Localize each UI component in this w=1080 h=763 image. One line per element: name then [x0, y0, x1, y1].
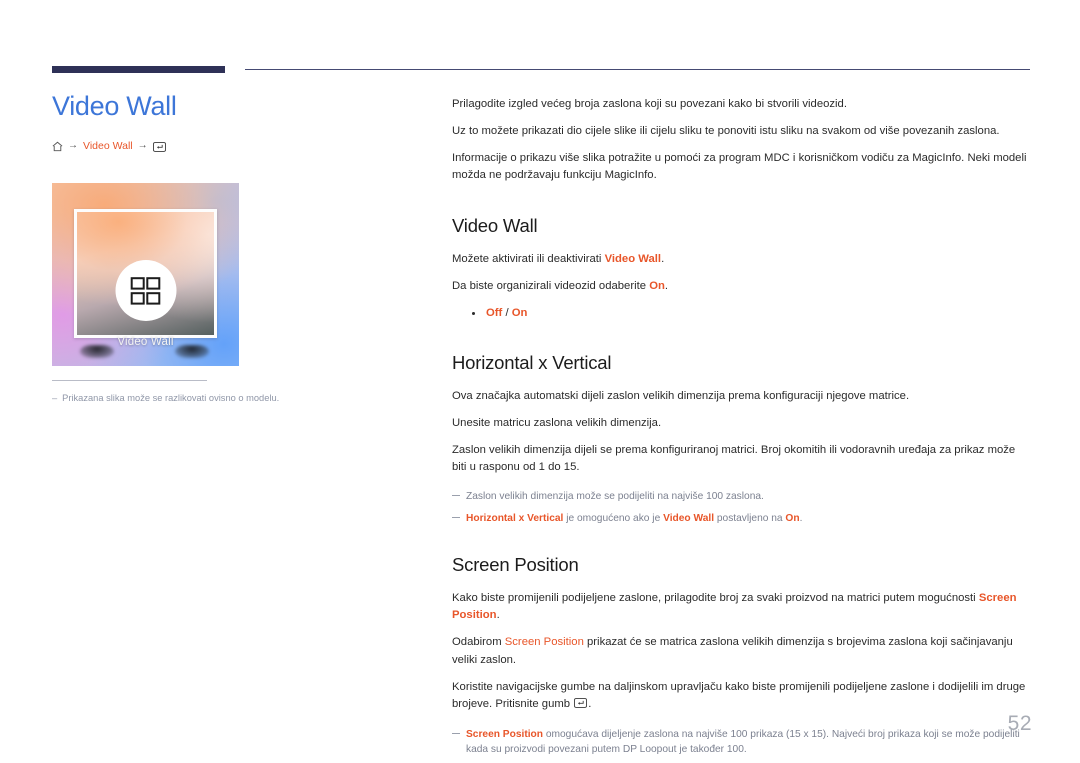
vw-p2-text-b: .: [664, 279, 669, 292]
page-title: Video Wall: [52, 91, 177, 121]
icon-badge: [115, 260, 176, 321]
display-stand-left: [80, 345, 114, 358]
hv-note-2: Horizontal x Vertical je omogućeno ako j…: [452, 511, 1032, 526]
illustration-caption: – Prikazana slika može se razlikovati ov…: [52, 380, 352, 405]
caption-divider: [52, 380, 207, 381]
left-column: Video Wall → Video Wall →: [52, 91, 402, 152]
sp-paragraph-2: Odabirom Screen Position prikazat će se …: [452, 634, 1032, 668]
heading-horizontal-vertical: Horizontal x Vertical: [452, 351, 612, 373]
sp-paragraph-3: Koristite navigacijske gumbe na daljinsk…: [452, 679, 1032, 713]
enter-key-icon: [574, 697, 588, 708]
vw-p1-text-b: .: [661, 252, 665, 265]
option-on[interactable]: On: [512, 307, 528, 319]
video-wall-illustration: Video Wall: [52, 183, 239, 366]
breadcrumb-arrow-1: →: [68, 140, 78, 152]
breadcrumb-link-video-wall[interactable]: Video Wall: [83, 140, 133, 152]
intro-paragraph-2: Uz to možete prikazati dio cijele slike …: [452, 125, 1000, 138]
hv-note2-text-c: .: [799, 512, 803, 524]
header-rule-thin: [245, 69, 1030, 70]
sp-note-1: Screen Position omogućava dijeljenje zas…: [452, 727, 1032, 758]
vw-p1-highlight: Video Wall: [604, 252, 662, 265]
hv-notes: Zaslon velikih dimenzija može se podijel…: [452, 489, 1032, 527]
breadcrumb-arrow-2: →: [137, 140, 148, 152]
display-stand-right: [175, 345, 209, 358]
right-column: Prilagodite izgled većeg broja zaslona k…: [452, 96, 1032, 763]
home-icon: [52, 141, 63, 152]
option-off[interactable]: Off: [486, 307, 502, 319]
hv-note2-highlight-3: On: [785, 512, 800, 524]
breadcrumb: → Video Wall →: [52, 140, 402, 152]
vw-p2-text-a: Da biste organizirali videozid odaberite: [452, 279, 650, 292]
heading-screen-position: Screen Position: [452, 554, 579, 576]
sp-note1-text: omogućava dijeljenje zaslona na najviše …: [466, 729, 1020, 756]
hv-note2-highlight-1: Horizontal x Vertical: [466, 512, 564, 524]
manual-page: Video Wall → Video Wall → Video Wall – P…: [0, 0, 1080, 763]
hv-note2-highlight-2: Video Wall: [663, 512, 715, 524]
heading-video-wall: Video Wall: [452, 214, 538, 236]
option-item[interactable]: Off / On: [452, 305, 1032, 322]
sp-p2-text-a: Odabirom: [452, 636, 505, 649]
display-screen: Video Wall: [74, 209, 217, 348]
sp-p1-text-a: Kako biste promijenili podijeljene zaslo…: [452, 592, 979, 605]
sp-p3-text-a: Koristite navigacijske gumbe na daljinsk…: [452, 680, 1026, 710]
option-separator: /: [502, 306, 512, 319]
enter-key-icon: [152, 141, 166, 152]
sp-paragraph-1: Kako biste promijenili podijeljene zaslo…: [452, 590, 1032, 624]
video-wall-paragraph-1: Možete aktivirati ili deaktivirati Video…: [452, 251, 1032, 268]
hv-paragraph-1: Ova značajka automatski dijeli zaslon ve…: [452, 389, 910, 402]
vw-p1-text-a: Možete aktivirati ili deaktivirati: [452, 252, 605, 265]
sp-note1-highlight: Screen Position: [466, 729, 543, 741]
sp-notes: Screen Position omogućava dijeljenje zas…: [452, 727, 1032, 763]
hv-note2-text-b: postavljeno na: [714, 512, 786, 524]
video-wall-grid-icon: [130, 276, 161, 305]
hv-paragraph-2: Unesite matricu zaslona velikih dimenzij…: [452, 417, 662, 430]
page-number: 52: [1007, 712, 1032, 735]
caption-text: Prikazana slika može se razlikovati ovis…: [62, 393, 280, 403]
intro-paragraph-1: Prilagodite izgled većeg broja zaslona k…: [452, 98, 847, 110]
video-wall-options: Off / On: [452, 305, 1032, 322]
sp-p1-text-b: .: [496, 609, 500, 622]
caption-dash: –: [52, 393, 58, 403]
hv-note-1: Zaslon velikih dimenzija može se podijel…: [452, 489, 1032, 504]
vw-p2-highlight: On: [649, 279, 665, 292]
video-wall-paragraph-2: Da biste organizirali videozid odaberite…: [452, 278, 1032, 295]
hv-note2-text-a: je omogućeno ako je: [563, 512, 664, 524]
header-rule-thick: [52, 66, 225, 73]
sp-p3-text-b: .: [588, 697, 592, 710]
hv-paragraph-3: Zaslon velikih dimenzija dijeli se prema…: [452, 444, 1016, 474]
intro-paragraph-3: Informacije o prikazu više slika potraži…: [452, 152, 1027, 182]
sp-p2-highlight: Screen Position: [504, 636, 584, 649]
